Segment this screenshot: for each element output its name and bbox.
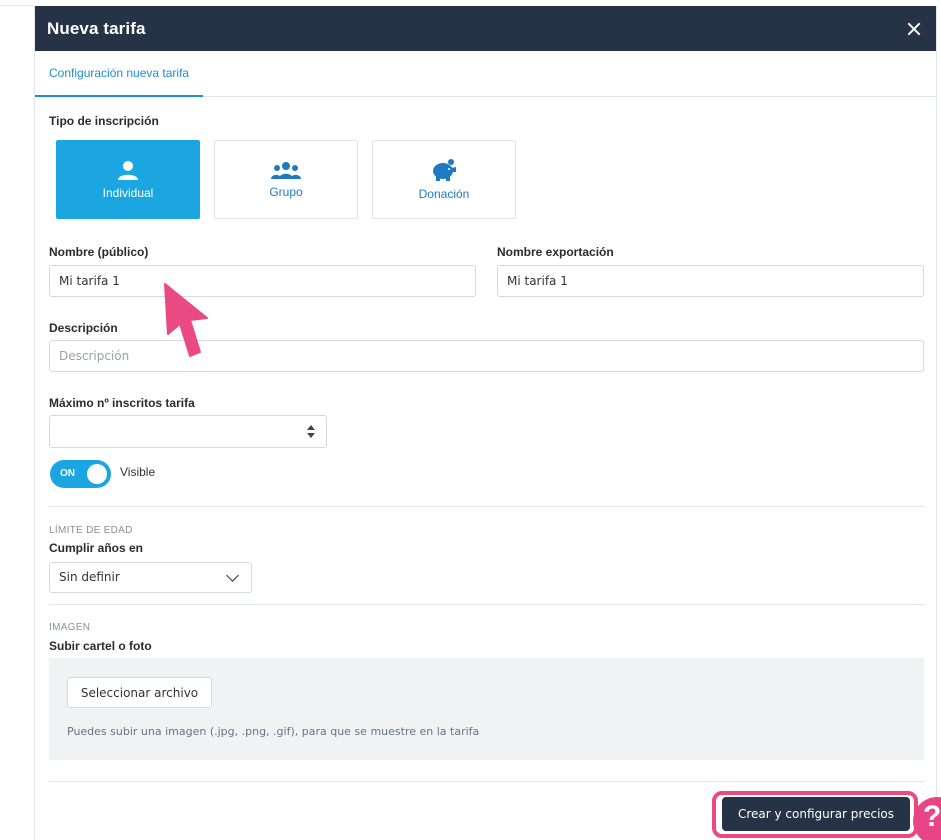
stepper-arrows-icon[interactable] [306,424,316,440]
modal-title: Nueva tarifa [47,18,146,38]
footer-divider [49,781,924,782]
background-divider [0,5,34,6]
edad-section-title: LÍMITE DE EDAD [49,525,133,536]
type-card-grupo[interactable]: Grupo [214,140,358,219]
type-card-donacion[interactable]: Donación [372,140,516,219]
type-card-individual[interactable]: Individual [56,140,200,219]
person-icon [118,160,138,180]
nombre-input[interactable] [49,265,476,297]
descripcion-label: Descripción [49,321,118,335]
select-file-button[interactable]: Seleccionar archivo [67,677,212,708]
close-icon[interactable] [904,19,924,39]
max-inscritos-label: Máximo nº inscritos tarifa [49,396,195,410]
new-rate-modal: Nueva tarifa Configuración nueva tarifa … [34,6,937,840]
birthday-select[interactable]: Sin definir [49,562,252,593]
tab-configuracion[interactable]: Configuración nueva tarifa [35,51,204,97]
piggy-bank-icon [433,158,456,181]
tipo-label: Tipo de inscripción [49,114,159,128]
toggle-on-text: ON [60,468,75,479]
visible-label: Visible [120,465,156,479]
modal-header: Nueva tarifa [35,6,936,51]
help-question-icon: ? [923,800,941,833]
max-inscritos-stepper[interactable] [49,415,327,448]
birthday-select-value: Sin definir [59,570,120,584]
visible-toggle[interactable]: ON [50,460,111,488]
tab-bar: Configuración nueva tarifa [35,51,936,97]
type-label-donacion: Donación [418,186,470,201]
export-label: Nombre exportación [497,245,614,259]
imagen-section-title: IMAGEN [49,622,91,633]
imagen-label: Subir cartel o foto [49,639,152,653]
section-divider [49,604,924,605]
type-label-individual: Individual [102,185,154,200]
type-label-grupo: Grupo [269,184,303,199]
nombre-label: Nombre (público) [49,245,149,259]
export-name-input[interactable] [497,265,924,297]
pointer-cursor-icon [164,283,208,357]
toggle-knob [87,464,107,484]
upload-zone[interactable]: Seleccionar archivo Puedes subir una ima… [49,658,924,760]
create-configure-prices-button[interactable]: Crear y configurar precios [722,797,910,831]
group-icon [271,161,301,179]
chevron-down-icon [226,569,239,582]
edad-label: Cumplir años en [49,541,144,555]
upload-hint: Puedes subir una imagen (.jpg, .png, .gi… [67,725,480,738]
section-divider [49,506,924,507]
